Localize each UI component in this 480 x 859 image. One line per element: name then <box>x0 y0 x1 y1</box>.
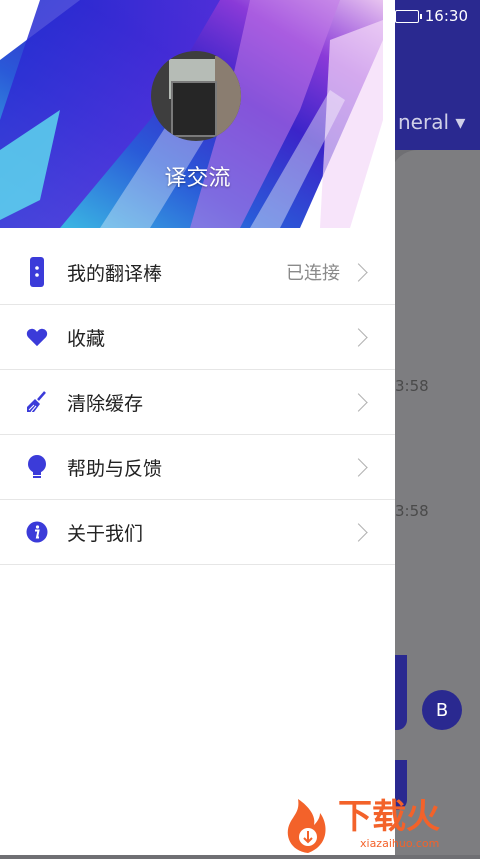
status-time: 16:30 <box>424 7 468 25</box>
background-timestamp: 3:58 <box>395 377 429 395</box>
lightbulb-icon <box>25 455 49 479</box>
background-message-bubble <box>395 655 407 730</box>
device-icon <box>25 257 49 287</box>
status-bar: 16:30 <box>378 0 480 32</box>
watermark-brand: 下载火 <box>338 797 440 837</box>
background-dropdown: neral ▾ <box>398 110 466 134</box>
background-timestamp: 3:58 <box>395 502 429 520</box>
connection-status: 已连接 <box>286 263 340 284</box>
watermark-url: xiazaihuo.com <box>360 837 440 850</box>
menu-item-favorites[interactable]: 收藏 <box>0 305 395 370</box>
menu-item-help-feedback[interactable]: 帮助与反馈 <box>0 435 395 500</box>
menu-item-label: 收藏 <box>67 327 106 350</box>
menu-item-label: 关于我们 <box>67 522 144 545</box>
chevron-right-icon <box>349 262 368 282</box>
navigation-drawer: 译交流 我的翻译棒 已连接 收藏 清除缓存 帮助与反馈 关于我们 <box>0 0 395 855</box>
profile-header: 译交流 <box>0 0 383 228</box>
drawer-menu: 我的翻译棒 已连接 收藏 清除缓存 帮助与反馈 关于我们 <box>0 240 395 565</box>
watermark: 下载火 xiazaihuo.com <box>280 795 480 855</box>
menu-item-clear-cache[interactable]: 清除缓存 <box>0 370 395 435</box>
background-avatar: B <box>422 690 462 730</box>
profile-avatar[interactable] <box>151 51 241 141</box>
menu-item-label: 清除缓存 <box>67 392 144 415</box>
heart-icon <box>25 325 49 349</box>
battery-icon <box>394 9 422 23</box>
menu-item-label: 我的翻译棒 <box>67 262 163 285</box>
info-icon <box>25 520 49 544</box>
menu-item-translation-stick[interactable]: 我的翻译棒 已连接 <box>0 240 395 305</box>
chevron-right-icon <box>349 392 368 412</box>
broom-icon <box>25 390 49 414</box>
menu-item-about-us[interactable]: 关于我们 <box>0 500 395 565</box>
profile-name: 译交流 <box>164 166 231 191</box>
chevron-right-icon <box>349 522 368 542</box>
chevron-right-icon <box>349 457 368 477</box>
menu-item-label: 帮助与反馈 <box>67 457 163 480</box>
chevron-right-icon <box>349 327 368 347</box>
